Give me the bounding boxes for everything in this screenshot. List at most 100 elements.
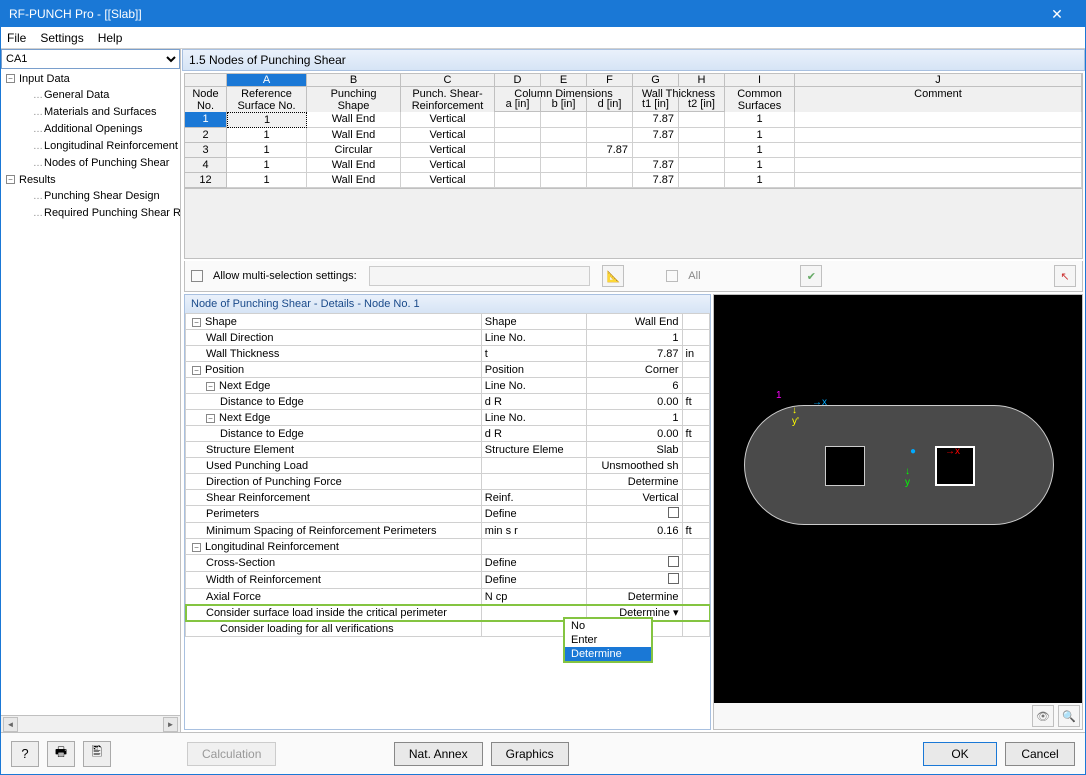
tree-design[interactable]: Punching Shear Design: [5, 188, 180, 205]
opening-1: [825, 446, 865, 486]
scroll-left-icon[interactable]: ◄: [3, 717, 18, 732]
all-checkbox[interactable]: [666, 270, 678, 282]
col-i[interactable]: I: [725, 74, 795, 87]
ok-button[interactable]: OK: [923, 742, 997, 766]
property-row[interactable]: −Longitudinal Reinforcement: [186, 539, 710, 555]
col-j[interactable]: J: [795, 74, 1082, 87]
hdr-reinf: Punch. Shear- Reinforcement: [401, 87, 495, 114]
menu-file[interactable]: File: [7, 31, 26, 45]
tree-required[interactable]: Required Punching Shear Reinf: [5, 205, 180, 222]
property-row[interactable]: −PositionPositionCorner: [186, 362, 710, 378]
sidebar-hscroll[interactable]: ◄ ►: [1, 715, 180, 732]
all-label: All: [688, 270, 700, 282]
property-row[interactable]: Distance to Edged R0.00ft: [186, 426, 710, 442]
property-row[interactable]: Axial ForceN cpDetermine: [186, 589, 710, 605]
multi-select-field: [369, 266, 591, 286]
col-e[interactable]: E: [541, 74, 587, 87]
apply-button[interactable]: ✔: [800, 265, 822, 287]
property-row[interactable]: Direction of Punching ForceDetermine: [186, 474, 710, 490]
property-row[interactable]: −Next EdgeLine No.1: [186, 410, 710, 426]
close-icon[interactable]: ✕: [1037, 6, 1077, 23]
tree-input-data[interactable]: −Input Data: [5, 71, 180, 87]
tree-long-reinf[interactable]: Longitudinal Reinforcement: [5, 138, 180, 155]
panel-title: 1.5 Nodes of Punching Shear: [182, 49, 1085, 71]
hdr-t1: t1 [in]: [633, 97, 679, 112]
hdr-ref: Reference Surface No.: [227, 87, 307, 114]
dropdown-opt-determine[interactable]: Determine: [565, 647, 651, 661]
property-row[interactable]: Cross-SectionDefine: [186, 555, 710, 572]
window-title: RF-PUNCH Pro - [[Slab]]: [9, 7, 142, 21]
determine-dropdown[interactable]: No Enter Determine: [563, 617, 653, 663]
col-b[interactable]: B: [307, 74, 401, 87]
table-row[interactable]: 21Wall EndVertical7.871: [185, 128, 1082, 143]
property-row[interactable]: PerimetersDefine: [186, 506, 710, 523]
preview-canvas[interactable]: ● →x ↓y 1 ↓y' →x: [714, 295, 1082, 703]
case-select[interactable]: CA1: [1, 49, 180, 69]
hdr-a: a [in]: [495, 97, 541, 112]
help-button[interactable]: ?: [11, 741, 39, 767]
property-row[interactable]: Minimum Spacing of Reinforcement Perimet…: [186, 523, 710, 539]
hdr-b: b [in]: [541, 97, 587, 112]
node-label-1: 1: [776, 390, 782, 401]
print-button[interactable]: 🖶: [47, 741, 75, 767]
zoom-icon[interactable]: 🔍: [1058, 705, 1080, 727]
slab-shape: ● →x ↓y: [744, 405, 1054, 525]
col-g[interactable]: G: [633, 74, 679, 87]
property-row[interactable]: Used Punching LoadUnsmoothed sh: [186, 458, 710, 474]
menubar: File Settings Help: [1, 27, 1085, 49]
calculation-button[interactable]: Calculation: [187, 742, 276, 766]
property-row[interactable]: Structure ElementStructure ElemeSlab: [186, 442, 710, 458]
col-h[interactable]: H: [679, 74, 725, 87]
nav-tree: −Input Data General Data Materials and S…: [1, 69, 180, 715]
export-button[interactable]: 🖺: [83, 741, 111, 767]
col-d[interactable]: D: [495, 74, 541, 87]
hdr-d: d [in]: [587, 97, 633, 112]
grid-toolbar: Allow multi-selection settings: 📐 All ✔ …: [184, 261, 1083, 292]
table-row[interactable]: 121Wall EndVertical7.871: [185, 173, 1082, 188]
dropdown-opt-no[interactable]: No: [565, 619, 651, 633]
hdr-common: Common Surfaces: [725, 87, 795, 114]
col-f[interactable]: F: [587, 74, 633, 87]
table-row[interactable]: 31CircularVertical7.871: [185, 143, 1082, 158]
axis-x-icon: →x: [945, 446, 960, 457]
dropdown-opt-enter[interactable]: Enter: [565, 633, 651, 647]
property-row[interactable]: −Next EdgeLine No.6: [186, 378, 710, 394]
details-title: Node of Punching Shear - Details - Node …: [185, 295, 710, 313]
hdr-comment: Comment: [795, 87, 1082, 114]
table-row[interactable]: 11Wall EndVertical7.871: [185, 112, 1082, 128]
sidebar: CA1 −Input Data General Data Materials a…: [1, 49, 181, 732]
allow-multi-checkbox[interactable]: [191, 270, 203, 282]
local-x-arrow-icon: →x: [812, 397, 827, 408]
property-row[interactable]: Wall Thicknesst7.87in: [186, 346, 710, 362]
tree-results[interactable]: −Results: [5, 172, 180, 188]
property-row[interactable]: Wall DirectionLine No.1: [186, 330, 710, 346]
col-c[interactable]: C: [401, 74, 495, 87]
data-grid[interactable]: A B C D E F G H I J Node No. Reference S…: [184, 73, 1083, 259]
eye-icon[interactable]: 👁: [1032, 705, 1054, 727]
menu-help[interactable]: Help: [98, 31, 123, 45]
col-a[interactable]: A: [227, 74, 307, 87]
property-row[interactable]: Distance to Edged R0.00ft: [186, 394, 710, 410]
local-y-arrow-icon: ↓y': [792, 405, 799, 427]
property-row[interactable]: Shear ReinforcementReinf.Vertical: [186, 490, 710, 506]
property-row[interactable]: Width of ReinforcementDefine: [186, 572, 710, 589]
menu-settings[interactable]: Settings: [40, 31, 83, 45]
tree-nodes[interactable]: Nodes of Punching Shear: [5, 155, 180, 172]
pick-button[interactable]: 📐: [602, 265, 624, 287]
property-row[interactable]: −ShapeShapeWall End: [186, 314, 710, 330]
tree-materials[interactable]: Materials and Surfaces: [5, 104, 180, 121]
hdr-node-no: Node No.: [185, 87, 227, 114]
tree-openings[interactable]: Additional Openings: [5, 121, 180, 138]
nat-annex-button[interactable]: Nat. Annex: [394, 742, 483, 766]
scroll-right-icon[interactable]: ►: [163, 717, 178, 732]
allow-multi-label: Allow multi-selection settings:: [213, 270, 357, 282]
tree-general-data[interactable]: General Data: [5, 87, 180, 104]
select-tool-button[interactable]: ↖: [1054, 265, 1076, 287]
axis-z-icon: ●: [910, 446, 916, 457]
hdr-t2: t2 [in]: [679, 97, 725, 112]
graphics-button[interactable]: Graphics: [491, 742, 569, 766]
table-row[interactable]: 41Wall EndVertical7.871: [185, 158, 1082, 173]
details-panel: Node of Punching Shear - Details - Node …: [184, 294, 711, 730]
footer: ? 🖶 🖺 Calculation Nat. Annex Graphics OK…: [1, 732, 1085, 774]
cancel-button[interactable]: Cancel: [1005, 742, 1075, 766]
